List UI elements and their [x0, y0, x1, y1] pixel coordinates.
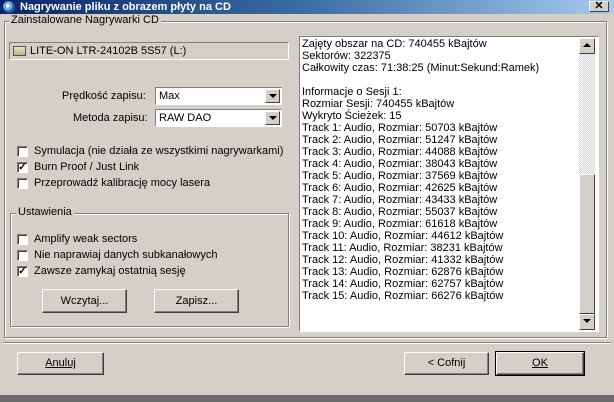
log-line: Track 4: Audio, Rozmiar: 38043 kBajtów — [302, 158, 498, 170]
log-line: Track 10: Audio, Rozmiar: 44612 kBajtów — [302, 230, 504, 242]
log-line: Track 5: Audio, Rozmiar: 37569 kBajtów — [302, 170, 498, 182]
back-button[interactable]: < Cofnij — [404, 352, 489, 375]
speed-value: Max — [159, 90, 180, 102]
log-line: Track 14: Audio, Rozmiar: 62757 kBajtów — [302, 278, 504, 290]
title-bar[interactable]: Nagrywanie pliku z obrazem płyty na CD ✕ — [0, 0, 614, 14]
no-subchannel-repair-checkbox[interactable] — [17, 250, 28, 261]
cancel-button-label: Anuluj — [45, 357, 76, 369]
simulation-label: Symulacja (nie działa ze wszystkimi nagr… — [34, 145, 284, 157]
chevron-down-icon — [269, 94, 277, 98]
log-line: Track 8: Audio, Rozmiar: 55037 kBajtów — [302, 206, 498, 218]
method-label: Metoda zapisu: — [73, 112, 148, 124]
arrow-down-icon — [583, 319, 591, 323]
status-bar — [0, 381, 614, 395]
close-session-checkbox[interactable]: ✓ — [17, 266, 28, 277]
app-icon — [3, 1, 15, 13]
log-line: Track 13: Audio, Rozmiar: 62876 kBajtów — [302, 266, 504, 278]
burn-proof-label: Burn Proof / Just Link — [34, 161, 140, 173]
laser-calibration-label: Przeprowadź kalibrację mocy lasera — [34, 177, 211, 189]
cd-drive-icon — [13, 46, 26, 56]
window-title: Nagrywanie pliku z obrazem płyty na CD — [20, 1, 231, 13]
session-info-log[interactable]: Zajęty obszar na CD: 740455 kBajtów Sekto… — [299, 36, 599, 332]
close-icon: ✕ — [594, 0, 604, 12]
speed-label: Prędkość zapisu: — [62, 90, 146, 102]
load-button-label: Wczytaj... — [60, 295, 109, 307]
burn-proof-checkbox[interactable]: ✓ — [17, 162, 28, 173]
speed-select[interactable]: Max — [155, 87, 282, 105]
close-button[interactable]: ✕ — [589, 1, 609, 12]
log-line: Track 7: Audio, Rozmiar: 43433 kBajtów — [302, 194, 498, 206]
log-scrollbar[interactable] — [579, 38, 595, 330]
back-button-label: < Cofnij — [427, 357, 466, 369]
no-subchannel-repair-label: Nie naprawiaj danych subkanałowych — [34, 249, 218, 261]
load-button[interactable]: Wczytaj... — [42, 289, 127, 313]
laser-calibration-checkbox[interactable] — [17, 178, 28, 189]
log-line: Track 1: Audio, Rozmiar: 50703 kBajtów — [302, 122, 498, 134]
drive-list-item[interactable]: LITE-ON LTR-24102B 5S57 (L:) — [9, 42, 289, 60]
scroll-up-button[interactable] — [579, 38, 595, 54]
settings-group-title: Ustawienia — [16, 206, 74, 218]
ok-button-label: OK — [532, 357, 548, 369]
close-session-label: Zawsze zamykaj ostatnią sesję — [34, 265, 186, 277]
amplify-weak-label: Amplify weak sectors — [34, 233, 138, 245]
log-line: Track 12: Audio, Rozmiar: 41332 kBajtów — [302, 254, 504, 266]
simulation-checkbox[interactable] — [17, 146, 28, 157]
ok-button[interactable]: OK — [496, 352, 584, 375]
log-line: Rozmiar Sesji: 740455 kBajtów — [302, 98, 455, 110]
log-line: Track 3: Audio, Rozmiar: 44088 kBajtów — [302, 146, 498, 158]
log-line: Track 15: Audio, Rozmiar: 66276 kBajtów — [302, 290, 504, 302]
log-line: Zajęty obszar na CD: 740455 kBajtów — [302, 38, 487, 50]
log-line: Sektorów: 322375 — [302, 50, 391, 62]
method-select[interactable]: RAW DAO — [155, 109, 282, 127]
chevron-down-icon — [269, 116, 277, 120]
cancel-button[interactable]: Anuluj — [17, 352, 104, 375]
amplify-weak-checkbox[interactable] — [17, 234, 28, 245]
scroll-down-button[interactable] — [579, 314, 595, 330]
log-line: Track 11: Audio, Rozmiar: 38231 kBajtów — [302, 242, 503, 254]
log-line: Track 6: Audio, Rozmiar: 42625 kBajtów — [302, 182, 498, 194]
method-value: RAW DAO — [159, 112, 212, 124]
log-line: Całkowity czas: 71:38:25 (Minut:Sekund:R… — [302, 62, 540, 74]
dialog-window: Nagrywanie pliku z obrazem płyty na CD ✕… — [0, 0, 614, 395]
log-line: Wykryto Ścieżek: 15 — [302, 110, 402, 122]
speed-dropdown-button[interactable] — [265, 89, 280, 103]
recorders-group-title: Zainstalowane Nagrywarki CD — [9, 14, 161, 26]
save-button[interactable]: Zapisz... — [154, 289, 239, 313]
drive-name: LITE-ON LTR-24102B 5S57 (L:) — [30, 45, 187, 57]
log-line: Track 9: Audio, Rozmiar: 61618 kBajtów — [302, 218, 498, 230]
arrow-up-icon — [583, 43, 591, 47]
separator — [3, 342, 611, 344]
save-button-label: Zapisz... — [175, 295, 218, 307]
method-dropdown-button[interactable] — [265, 111, 280, 125]
scroll-thumb[interactable] — [579, 174, 595, 314]
log-line: Track 2: Audio, Rozmiar: 51247 kBajtów — [302, 134, 498, 146]
log-line: Informacje o Sesji 1: — [302, 86, 402, 98]
